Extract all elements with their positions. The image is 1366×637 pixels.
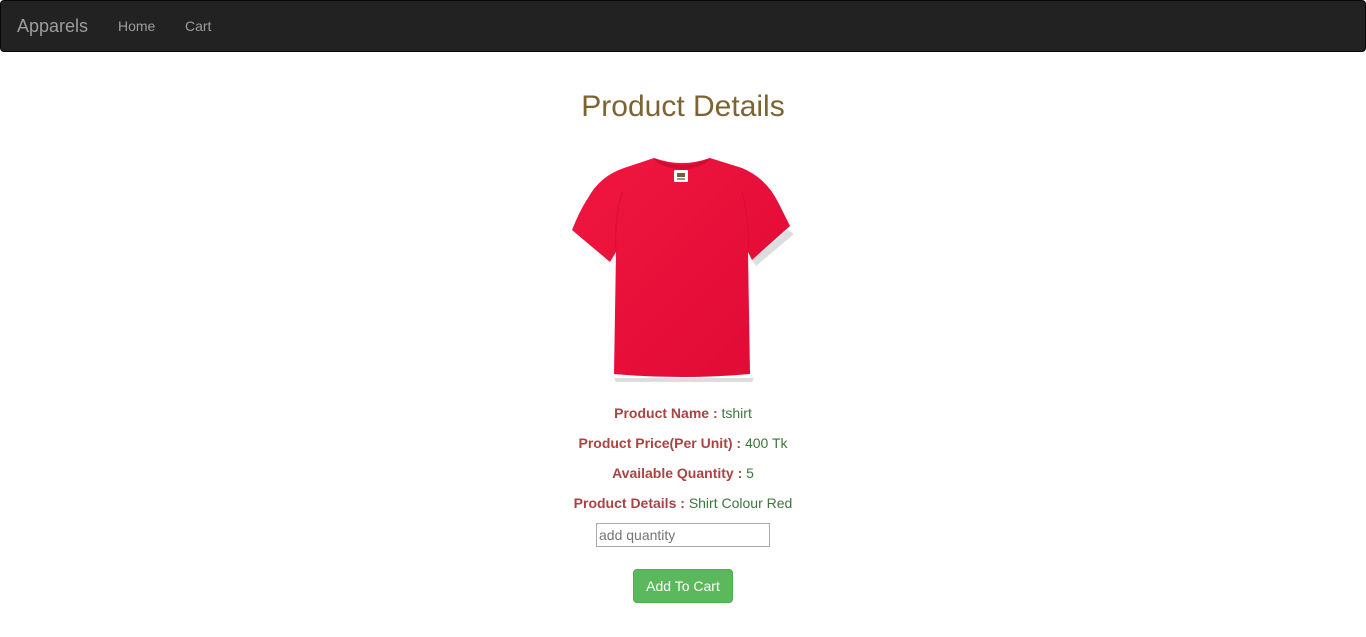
product-details-label: Product Details :: [573, 495, 685, 511]
product-price-line: Product Price(Per Unit) : 400 Tk: [0, 435, 1366, 451]
available-quantity-line: Available Quantity : 5: [0, 465, 1366, 481]
brand-link[interactable]: Apparels: [17, 16, 88, 37]
product-name-value: tshirt: [721, 405, 752, 421]
red-tshirt-image: [572, 158, 794, 382]
page-title: Product Details: [581, 90, 785, 123]
quantity-input[interactable]: [596, 523, 770, 547]
product-price-label: Product Price(Per Unit) :: [578, 435, 742, 451]
add-to-cart-button[interactable]: Add To Cart: [633, 569, 733, 603]
nav-home-link[interactable]: Home: [118, 18, 155, 34]
top-navbar: Apparels Home Cart: [0, 0, 1366, 52]
product-name-line: Product Name : tshirt: [0, 405, 1366, 421]
nav-cart-link[interactable]: Cart: [185, 18, 211, 34]
product-details-value: Shirt Colour Red: [688, 495, 793, 511]
product-name-label: Product Name :: [614, 405, 718, 421]
product-details-line: Product Details : Shirt Colour Red: [0, 495, 1366, 511]
available-quantity-value: 5: [746, 465, 754, 481]
available-quantity-label: Available Quantity :: [612, 465, 743, 481]
product-price-value: 400 Tk: [744, 435, 788, 451]
